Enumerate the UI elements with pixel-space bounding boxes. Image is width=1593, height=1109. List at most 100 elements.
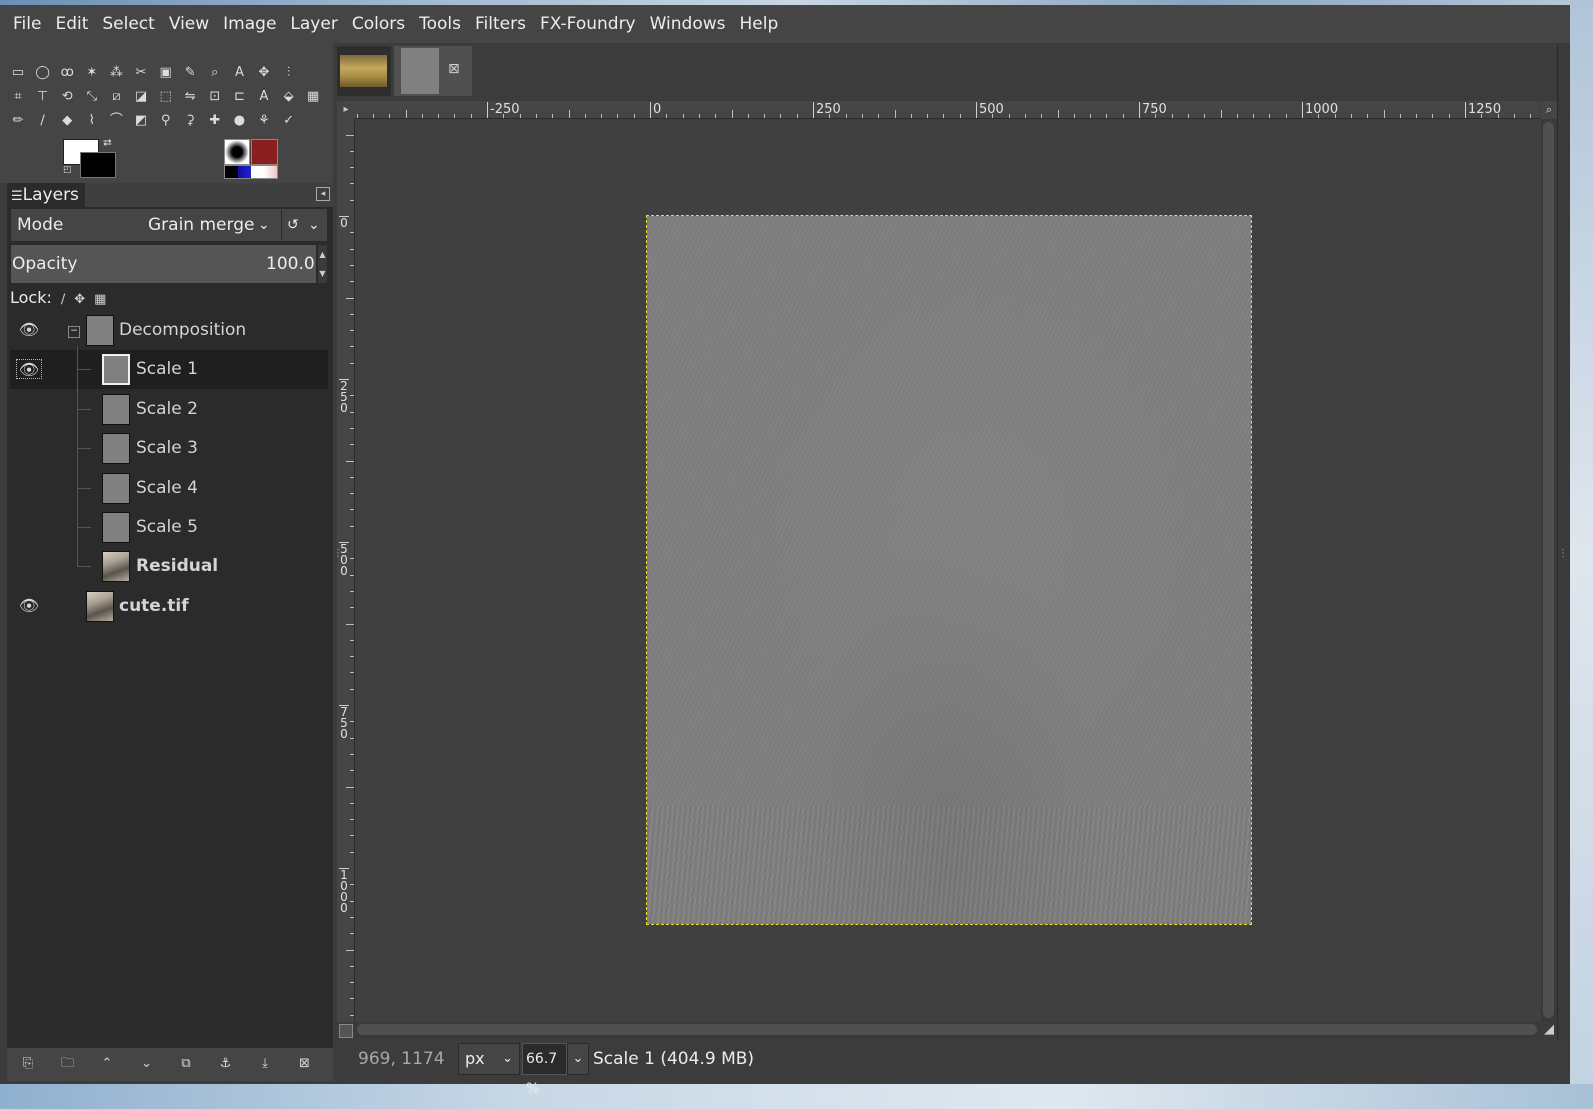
visibility-eye-icon[interactable]: 👁 bbox=[16, 320, 42, 340]
visibility-eye-icon[interactable] bbox=[16, 556, 42, 576]
menu-windows[interactable]: Windows bbox=[643, 5, 733, 43]
menu-edit[interactable]: Edit bbox=[48, 5, 95, 43]
menu-layer[interactable]: Layer bbox=[283, 5, 344, 43]
quick-mask-icon[interactable] bbox=[339, 1024, 353, 1038]
layer-name[interactable]: Scale 3 bbox=[136, 429, 198, 468]
scale-icon[interactable]: ⤡ bbox=[82, 87, 102, 107]
free-select-icon[interactable]: ꝏ bbox=[57, 63, 77, 83]
fuzzy-select-icon[interactable]: ✶ bbox=[82, 63, 102, 83]
layer-row[interactable]: 👁 Scale 1 bbox=[10, 350, 328, 390]
vertical-scrollbar-thumb[interactable] bbox=[1543, 122, 1554, 1018]
layer-row[interactable]: 👁 cute.tif bbox=[10, 587, 328, 626]
clone-icon[interactable]: ⚲ bbox=[156, 111, 176, 131]
blur-icon[interactable]: ● bbox=[229, 111, 249, 131]
menu-filters[interactable]: Filters bbox=[468, 5, 533, 43]
duplicate-layer-icon[interactable]: ⧉ bbox=[176, 1054, 196, 1074]
chevron-down-icon[interactable]: ⌄ bbox=[258, 208, 270, 242]
merge-down-icon[interactable]: ⤓ bbox=[255, 1054, 275, 1074]
zoom-icon[interactable]: ⌕ bbox=[205, 63, 225, 83]
layer-name[interactable]: Scale 2 bbox=[136, 390, 198, 429]
vertical-ruler[interactable]: 02 5 05 0 07 5 01 0 0 0 bbox=[337, 119, 355, 1022]
visibility-eye-icon[interactable] bbox=[16, 438, 42, 458]
heal-icon[interactable]: ✚ bbox=[205, 111, 225, 131]
chevron-down-icon[interactable]: ⌄ bbox=[502, 1044, 513, 1074]
menu-image[interactable]: Image bbox=[216, 5, 283, 43]
crop-icon[interactable]: ⌗ bbox=[8, 87, 28, 107]
layers-tab[interactable]: ☰Layers bbox=[7, 183, 85, 207]
chevron-down-icon[interactable]: ⌄ bbox=[567, 1043, 589, 1075]
image-canvas[interactable] bbox=[646, 215, 1252, 925]
layer-row[interactable]: 👁 Decomposition bbox=[10, 311, 328, 350]
navigate-icon[interactable]: ◢ bbox=[1544, 1022, 1554, 1037]
visibility-eye-icon[interactable]: 👁 bbox=[16, 359, 42, 380]
chevron-down-icon[interactable]: ⌄ bbox=[308, 208, 320, 242]
new-layer-icon[interactable]: ⎘ bbox=[18, 1054, 38, 1074]
lock-alpha-icon[interactable]: ▦ bbox=[94, 292, 106, 307]
anchor-layer-icon[interactable]: ⚓ bbox=[216, 1054, 236, 1074]
delete-layer-icon[interactable]: ⊠ bbox=[295, 1054, 315, 1074]
visibility-eye-icon[interactable] bbox=[16, 399, 42, 419]
layer-row[interactable]: Scale 5 bbox=[10, 508, 328, 547]
unit-select[interactable]: px ⌄ bbox=[458, 1043, 520, 1075]
gradient-icon[interactable]: ▦ bbox=[303, 87, 323, 107]
visibility-eye-icon[interactable] bbox=[16, 478, 42, 498]
layer-name[interactable]: Decomposition bbox=[119, 311, 246, 350]
horizontal-ruler[interactable]: -250 0 250 500 750 1000 1250 bbox=[355, 101, 1540, 119]
ellipse-select-icon[interactable]: ◯ bbox=[33, 63, 53, 83]
ruler-corner-menu-icon[interactable]: ▸ bbox=[337, 101, 355, 119]
visibility-eye-icon[interactable] bbox=[16, 517, 42, 537]
pattern-preview[interactable] bbox=[251, 139, 278, 165]
rect-select-icon[interactable]: ▭ bbox=[8, 63, 28, 83]
zoom-input[interactable]: 66.7 % bbox=[522, 1043, 567, 1097]
move-icon[interactable]: ✥ bbox=[254, 63, 274, 83]
pane-handle-icon[interactable]: ⋮ bbox=[333, 548, 343, 559]
layer-row[interactable]: Scale 4 bbox=[10, 469, 328, 508]
opacity-spinner[interactable]: ▲ ▼ bbox=[317, 244, 328, 284]
reset-colors-icon[interactable]: ◰ bbox=[63, 165, 72, 175]
airbrush-icon[interactable]: ⌇ bbox=[82, 111, 102, 131]
panel-menu-icon[interactable]: ◂ bbox=[316, 187, 330, 201]
perspective-icon[interactable]: ◪ bbox=[131, 87, 151, 107]
layer-name[interactable]: Scale 5 bbox=[136, 508, 198, 547]
ink-icon[interactable]: ⌒ bbox=[106, 111, 126, 131]
eraser-icon[interactable]: ◆ bbox=[57, 111, 77, 131]
mypaint-brush-icon[interactable]: ◩ bbox=[131, 111, 151, 131]
layer-name[interactable]: cute.tif bbox=[119, 587, 189, 626]
raise-layer-icon[interactable]: ⌃ bbox=[97, 1054, 117, 1074]
lower-layer-icon[interactable]: ⌄ bbox=[137, 1054, 157, 1074]
lock-pixels-icon[interactable]: ∕ bbox=[61, 292, 65, 307]
visibility-eye-icon[interactable]: 👁 bbox=[16, 596, 42, 616]
layer-row[interactable]: Scale 2 bbox=[10, 390, 328, 429]
background-color-swatch[interactable] bbox=[80, 152, 116, 178]
opacity-value[interactable]: 100.0 bbox=[266, 244, 315, 284]
rotate-icon[interactable]: ⟲ bbox=[57, 87, 77, 107]
layer-row[interactable]: Residual bbox=[10, 547, 328, 586]
measure-icon[interactable]: A bbox=[229, 63, 249, 83]
color-select-icon[interactable]: ⁂ bbox=[106, 63, 126, 83]
new-group-icon[interactable]: 🗀 bbox=[58, 1054, 78, 1074]
cage-icon[interactable]: ⊡ bbox=[205, 87, 225, 107]
color-picker-icon[interactable]: ✎ bbox=[180, 63, 200, 83]
smudge-icon[interactable]: ⚘ bbox=[254, 111, 274, 131]
foreground-select-icon[interactable]: ▣ bbox=[156, 63, 176, 83]
switch-mode-icon[interactable]: ↺ bbox=[287, 208, 299, 242]
text-icon[interactable]: A bbox=[254, 87, 274, 107]
mode-value[interactable]: Grain merge bbox=[148, 208, 254, 242]
menu-fx-foundry[interactable]: FX-Foundry bbox=[533, 5, 643, 43]
3d-transform-icon[interactable]: ⬚ bbox=[156, 87, 176, 107]
pencil-icon[interactable]: ✏ bbox=[8, 111, 28, 131]
shear-icon[interactable]: ⧄ bbox=[106, 87, 126, 107]
lock-position-icon[interactable]: ✥ bbox=[74, 292, 85, 307]
gradient-preview[interactable] bbox=[224, 165, 278, 179]
scissors-icon[interactable]: ✂ bbox=[131, 63, 151, 83]
menu-file[interactable]: File bbox=[6, 5, 48, 43]
menu-colors[interactable]: Colors bbox=[345, 5, 412, 43]
align-icon[interactable]: ⫶ bbox=[279, 63, 299, 83]
brush-preview[interactable] bbox=[224, 139, 250, 165]
menu-select[interactable]: Select bbox=[95, 5, 161, 43]
horizontal-scrollbar-thumb[interactable] bbox=[357, 1024, 1537, 1035]
layer-name[interactable]: Scale 1 bbox=[136, 350, 198, 389]
close-tab-icon[interactable]: ⊠ bbox=[448, 61, 460, 77]
menu-tools[interactable]: Tools bbox=[412, 5, 468, 43]
dodge-burn-icon[interactable]: ✓ bbox=[279, 111, 299, 131]
